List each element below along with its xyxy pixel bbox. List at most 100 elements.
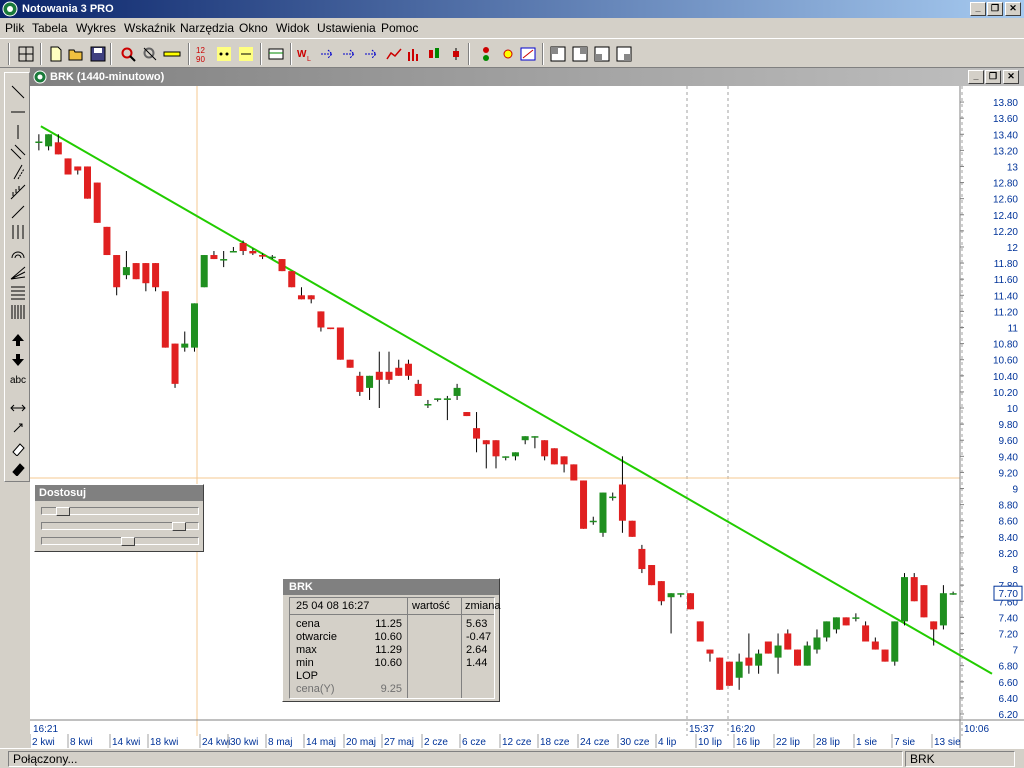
arrow-dots-icon[interactable]	[318, 44, 338, 64]
menu-wykres[interactable]: Wykres	[76, 18, 116, 38]
candle-body	[278, 259, 286, 272]
dostosuj-slider-1[interactable]	[41, 507, 199, 516]
candle-body	[687, 593, 695, 610]
candle-body	[580, 480, 588, 529]
eraser-icon[interactable]	[7, 439, 29, 457]
dostosuj-slider-3[interactable]	[41, 537, 199, 546]
time-label: 16:21	[33, 724, 58, 735]
candle-body	[755, 653, 763, 666]
wl-icon[interactable]: WL	[296, 44, 316, 64]
layout-4-icon[interactable]	[614, 44, 634, 64]
text-icon[interactable]: abc	[7, 371, 29, 389]
x-tick-label: 16 lip	[736, 737, 760, 748]
dot-grid-icon[interactable]	[214, 44, 234, 64]
menu-narzedzia[interactable]: Narzędzia	[180, 18, 234, 38]
parallel-lines-icon[interactable]	[7, 143, 29, 161]
y-tick-label: 9.80	[999, 420, 1019, 431]
y-tick-label: 6.40	[999, 694, 1019, 705]
traffic-light-icon[interactable]	[476, 44, 496, 64]
eraser-all-icon[interactable]	[7, 459, 29, 477]
arrow-dots-2-icon[interactable]	[340, 44, 360, 64]
grid-icon[interactable]	[16, 44, 36, 64]
y-tick-label: 13	[1007, 162, 1019, 173]
chart-minimize-button[interactable]: _	[968, 70, 984, 84]
open-folder-icon[interactable]	[66, 44, 86, 64]
y-tick-label: 11.40	[994, 291, 1019, 302]
zoom-icon[interactable]	[118, 44, 138, 64]
menu-wskaznik[interactable]: Wskaźnik	[124, 18, 175, 38]
dot-grid-2-icon[interactable]	[236, 44, 256, 64]
candle-body	[395, 367, 403, 376]
candle-body	[288, 271, 296, 288]
ruler-icon[interactable]	[162, 44, 182, 64]
restore-button[interactable]: ❐	[987, 2, 1003, 16]
menu-tabela[interactable]: Tabela	[32, 18, 67, 38]
chart-close-button[interactable]: ✕	[1003, 70, 1019, 84]
arrow-dots-3-icon[interactable]	[362, 44, 382, 64]
chart-restore-button[interactable]: ❐	[985, 70, 1001, 84]
y-tick-label: 12.60	[993, 195, 1018, 206]
bar-chart-icon[interactable]	[404, 44, 424, 64]
slanted-line-icon[interactable]	[7, 203, 29, 221]
vertical-line-icon[interactable]	[7, 123, 29, 141]
candle-body	[83, 166, 91, 199]
arrow-up-icon[interactable]	[7, 331, 29, 349]
layout-2-icon[interactable]	[570, 44, 590, 64]
horizontal-arrows-icon[interactable]	[7, 399, 29, 417]
info-row-change: 2.64	[466, 644, 488, 656]
menu-widok[interactable]: Widok	[276, 18, 309, 38]
pointer-star-icon[interactable]	[498, 44, 518, 64]
x-tick-label: 18 kwi	[150, 737, 178, 748]
slider-knob[interactable]	[121, 537, 135, 546]
ohlc-icon[interactable]	[446, 44, 466, 64]
layout-3-icon[interactable]	[592, 44, 612, 64]
menu-plik[interactable]: Plik	[5, 18, 24, 38]
zoom-fit-icon[interactable]	[140, 44, 160, 64]
layout-1-icon[interactable]	[548, 44, 568, 64]
candle-body	[735, 661, 743, 678]
channel-icon[interactable]	[7, 163, 29, 181]
candle-icon[interactable]	[424, 44, 444, 64]
fan-icon[interactable]	[7, 263, 29, 281]
candle-body	[366, 375, 374, 388]
slider-knob[interactable]	[56, 507, 70, 516]
menu-ustawienia[interactable]: Ustawienia	[317, 18, 376, 38]
candle-body	[336, 327, 344, 360]
arrow-down-icon[interactable]	[7, 351, 29, 369]
arcs-icon[interactable]	[7, 243, 29, 261]
minimize-button[interactable]: _	[970, 2, 986, 16]
info-date: 25 04 08 16:27	[296, 600, 370, 612]
y-tick-label: 8.80	[999, 501, 1019, 512]
close-button[interactable]: ✕	[1005, 2, 1021, 16]
dostosuj-slider-2[interactable]	[41, 522, 199, 531]
y-tick-label: 12	[1007, 243, 1019, 254]
save-icon[interactable]	[88, 44, 108, 64]
candle-body	[463, 412, 471, 417]
number-icon[interactable]: 12 90	[194, 44, 214, 64]
y-tick-label: 13.40	[993, 130, 1018, 141]
candle-body	[424, 403, 432, 406]
horizontal-line-icon[interactable]	[7, 103, 29, 121]
vertical-lines-icon[interactable]	[7, 223, 29, 241]
menu-pomoc[interactable]: Pomoc	[381, 18, 418, 38]
shrink-icon[interactable]	[7, 419, 29, 437]
fibonacci-fan-icon[interactable]	[7, 183, 29, 201]
menu-okno[interactable]: Okno	[239, 18, 268, 38]
new-file-icon[interactable]	[46, 44, 66, 64]
time-zones-icon[interactable]	[7, 303, 29, 321]
slider-knob[interactable]	[172, 522, 186, 531]
candle-body	[871, 641, 879, 650]
candle-body	[492, 440, 500, 457]
quote-info-box[interactable]: BRK 25 04 08 16:27 wartość zmiana cena 11…	[282, 578, 500, 702]
line-chart-icon[interactable]	[384, 44, 404, 64]
diagonal-line-icon[interactable]	[7, 83, 29, 101]
price-chart[interactable]: 13.80 13.60 13.40 13.20 13 12.80 12.60 12.40 12.…	[30, 86, 1024, 748]
y-tick-label: 6.20	[999, 710, 1019, 721]
marker-icon[interactable]	[518, 44, 538, 64]
horizontal-levels-icon[interactable]	[7, 283, 29, 301]
candle-body	[259, 255, 267, 257]
table-icon[interactable]	[266, 44, 286, 64]
time-label: 10:06	[964, 724, 989, 735]
candle-body	[171, 343, 179, 384]
y-tick-label: 13.20	[993, 146, 1018, 157]
